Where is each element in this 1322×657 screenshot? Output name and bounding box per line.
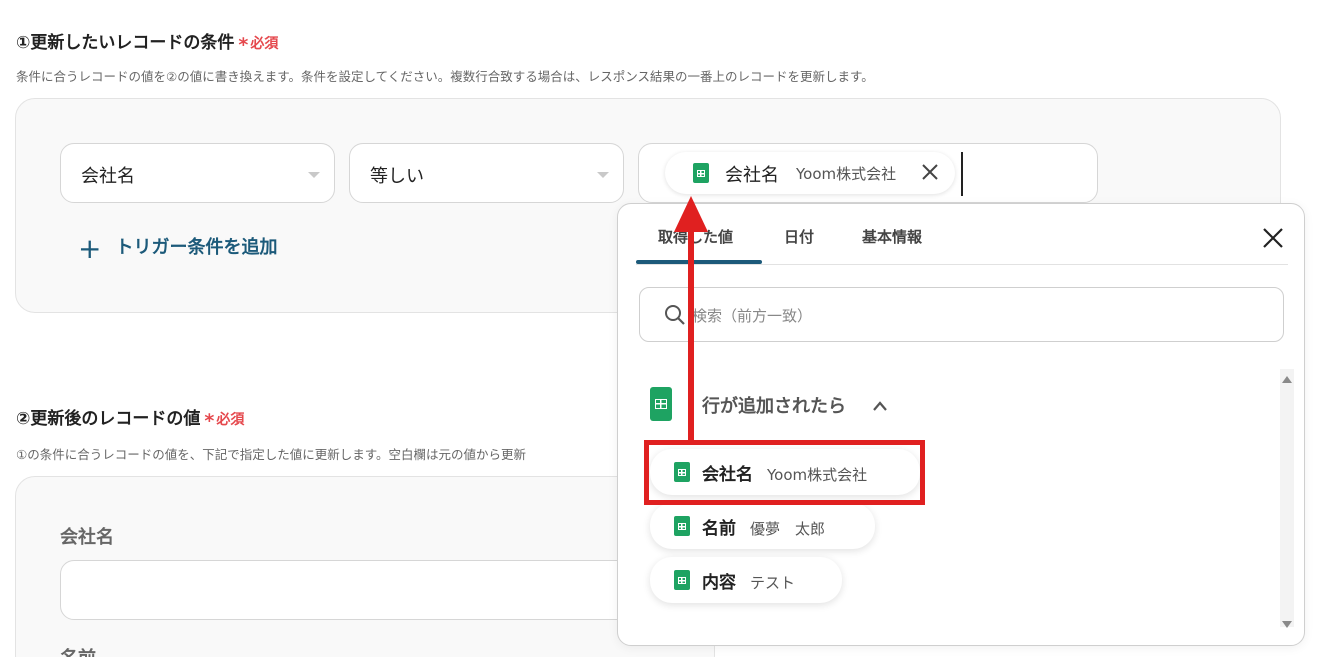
spreadsheet-grid [655, 399, 667, 409]
item-name: 名前 [702, 519, 736, 539]
spreadsheet-icon [693, 163, 709, 183]
required-star: * [204, 410, 215, 432]
group-title: 行が追加されたら [702, 396, 846, 417]
section1-title-text: ①更新したいレコードの条件 [16, 33, 235, 53]
company-name-input[interactable] [60, 560, 700, 620]
chevron-down-icon [308, 172, 320, 178]
plus-icon: + [78, 232, 102, 265]
annotation-arrow-head [674, 196, 708, 232]
scroll-down-icon[interactable] [1281, 615, 1293, 634]
chevron-down-icon [597, 172, 609, 178]
required-star: * [238, 34, 249, 56]
remove-tag-icon[interactable] [921, 163, 939, 181]
value-tag-value: Yoom株式会社 [796, 165, 897, 183]
close-icon[interactable] [1262, 227, 1284, 249]
item-value: 優夢 太郎 [750, 520, 826, 538]
scroll-up-icon[interactable] [1281, 369, 1293, 388]
section1-description: 条件に合うレコードの値を②の値に書き換えます。条件を設定してください。複数行合致… [16, 69, 874, 84]
section1-title: ①更新したいレコードの条件 * 必須 [16, 28, 278, 56]
tab-divider [636, 264, 1288, 265]
list-item[interactable]: 名前 優夢 太郎 [650, 503, 875, 549]
annotation-arrow-shaft [688, 228, 694, 443]
required-label: 必須 [216, 412, 245, 428]
tab-basic-info[interactable]: 基本情報 [862, 226, 922, 247]
section2-title: ②更新後のレコードの値 * 必須 [16, 404, 244, 432]
field-select-value: 会社名 [81, 166, 135, 187]
operator-select-value: 等しい [370, 166, 424, 187]
operator-select[interactable]: 等しい [349, 143, 624, 203]
scrollbar[interactable] [1280, 369, 1294, 628]
chevron-up-icon [872, 397, 888, 411]
spreadsheet-icon [674, 570, 690, 590]
value-tag[interactable]: 会社名 Yoom株式会社 [665, 152, 955, 194]
item-value: テスト [750, 574, 796, 592]
company-name-label: 会社名 [60, 527, 114, 548]
tab-date[interactable]: 日付 [784, 226, 814, 247]
spreadsheet-icon [674, 516, 690, 536]
value-picker-dropdown: 取得した値 日付 基本情報 検索（前方一致） 行が追加されたら 会社名 Yoom株… [617, 203, 1305, 646]
required-badge: * 必須 [204, 410, 245, 432]
field-select[interactable]: 会社名 [60, 143, 335, 203]
section2-title-text: ②更新後のレコードの値 [16, 409, 201, 429]
section2-description: ①の条件に合うレコードの値を、下記で指定した値に更新します。空白欄は元の値から更… [16, 447, 526, 462]
search-placeholder: 検索（前方一致） [692, 307, 813, 325]
search-input[interactable]: 検索（前方一致） [639, 287, 1284, 342]
item-name: 内容 [702, 573, 736, 593]
name-label: 名前 [60, 644, 96, 657]
required-badge: * 必須 [238, 34, 279, 56]
value-input[interactable]: 会社名 Yoom株式会社 [638, 143, 1098, 203]
required-label: 必須 [250, 36, 279, 52]
text-cursor [961, 152, 963, 196]
add-trigger-button[interactable]: + トリガー条件を追加 [78, 232, 277, 265]
value-tag-name: 会社名 [725, 165, 779, 186]
add-trigger-label: トリガー条件を追加 [115, 237, 278, 258]
search-icon [664, 304, 686, 326]
annotation-highlight-box [644, 440, 925, 505]
list-item[interactable]: 内容 テスト [650, 557, 842, 603]
